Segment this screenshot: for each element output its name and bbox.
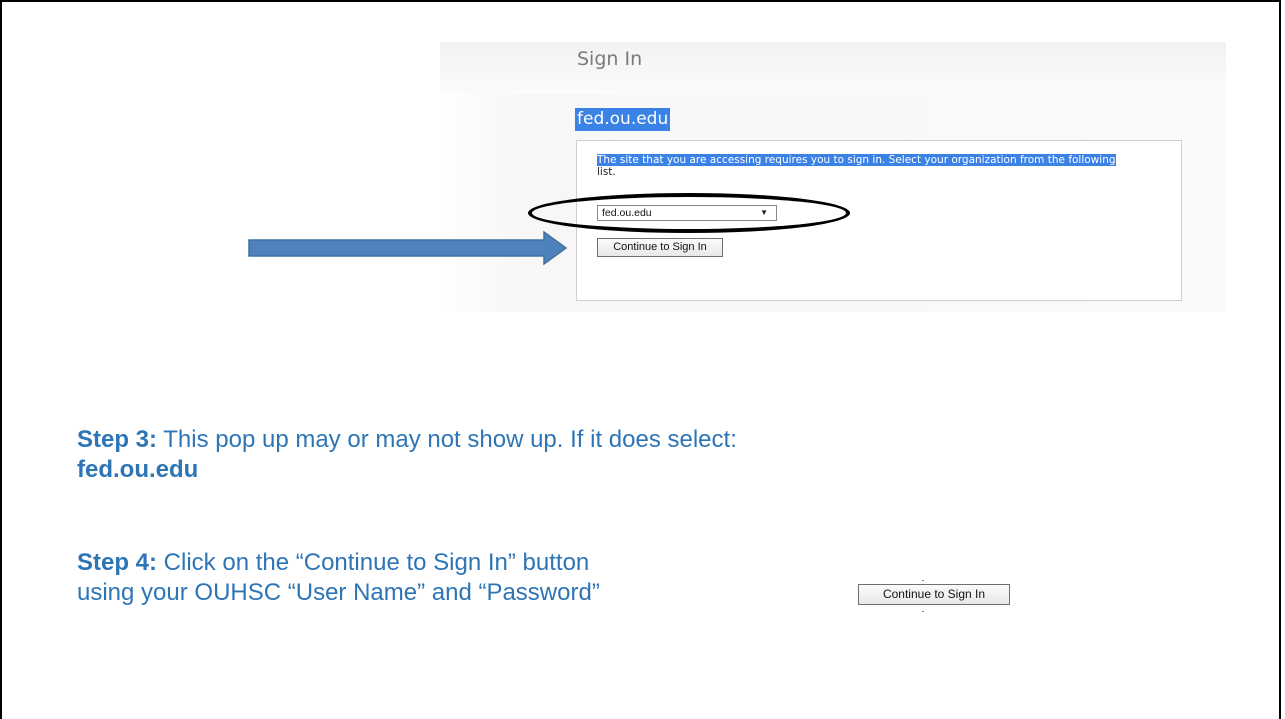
signin-title: Sign In	[577, 48, 643, 70]
signin-message: The site that you are accessing requires…	[597, 154, 1157, 178]
step3-value: fed.ou.edu	[77, 456, 199, 483]
right-arrow-icon	[248, 231, 568, 265]
organization-heading: fed.ou.edu	[575, 108, 671, 131]
step4-description: Click on the “Continue to Sign In” butto…	[157, 549, 590, 576]
step4-description-line2: using your OUHSC “User Name” and “Passwo…	[77, 579, 600, 606]
step3-label: Step 3:	[77, 426, 158, 453]
step3-description: This pop up may or may not show up. If i…	[157, 426, 737, 453]
continue-to-sign-in-example-button[interactable]: Continue to Sign In	[858, 584, 1010, 605]
tick-mark	[922, 611, 924, 612]
step4-text: Step 4: Click on the “Continue to Sign I…	[77, 548, 877, 578]
step3-text: Step 3: This pop up may or may not show …	[77, 425, 977, 455]
tick-mark	[922, 580, 924, 581]
continue-to-sign-in-button[interactable]: Continue to Sign In	[597, 238, 723, 257]
signin-message-line2: list.	[597, 166, 616, 178]
signin-message-line1: The site that you are accessing requires…	[597, 154, 1116, 166]
highlight-ellipse	[528, 193, 850, 233]
screenshot-top-band	[440, 42, 1226, 94]
step4-label: Step 4:	[77, 549, 158, 576]
